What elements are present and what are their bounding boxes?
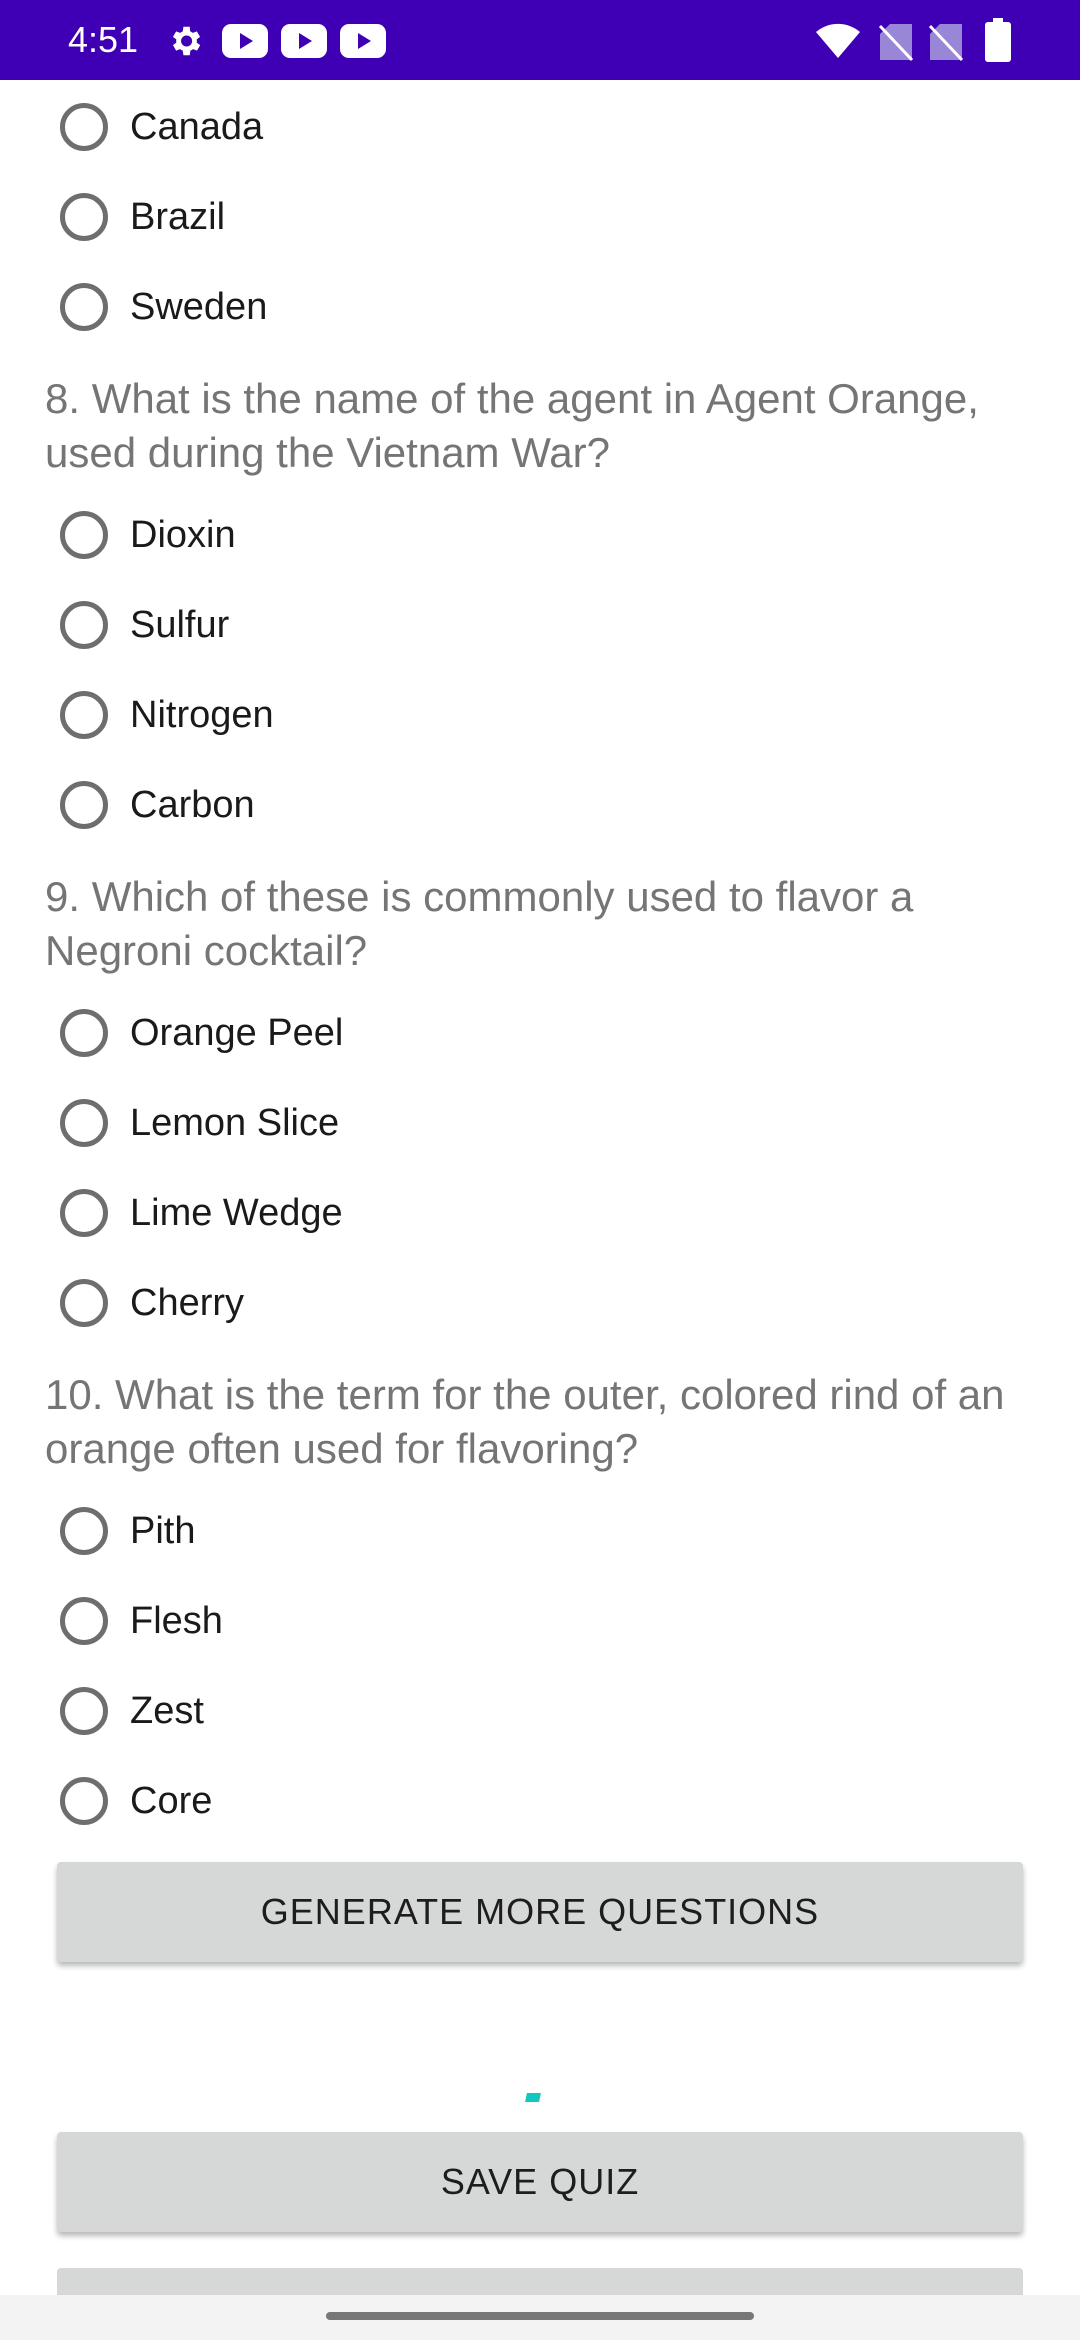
- settings-icon: [172, 26, 201, 56]
- option-label: Lime Wedge: [130, 1191, 343, 1234]
- radio-button[interactable]: [60, 511, 108, 559]
- option-label: Pith: [130, 1509, 196, 1552]
- option-q9-2[interactable]: Lime Wedge: [60, 1183, 343, 1243]
- home-gesture-handle[interactable]: [326, 2312, 754, 2320]
- radio-button[interactable]: [60, 103, 108, 151]
- save-quiz-button[interactable]: SAVE QUIZ: [57, 2132, 1023, 2232]
- option-label: Cherry: [130, 1281, 245, 1324]
- progress-spinner: [525, 2093, 541, 2102]
- option-label: Canada: [130, 105, 264, 148]
- option-q8-1[interactable]: Sulfur: [60, 595, 229, 655]
- status-time: 4:51: [68, 19, 139, 60]
- wifi-icon: [816, 23, 860, 58]
- youtube-icon: [340, 24, 386, 58]
- option-q9-0[interactable]: Orange Peel: [60, 1003, 343, 1063]
- radio-button[interactable]: [60, 1279, 108, 1327]
- generate-more-questions-button[interactable]: GENERATE MORE QUESTIONS: [57, 1862, 1023, 1962]
- option-label: Carbon: [130, 783, 255, 826]
- option-q10-0[interactable]: Pith: [60, 1501, 195, 1561]
- no-sim-icon: [928, 24, 964, 62]
- option-label: Zest: [130, 1689, 204, 1732]
- status-bar: 4:51: [0, 0, 1080, 80]
- option-q10-1[interactable]: Flesh: [60, 1591, 223, 1651]
- option-q7-2[interactable]: Sweden: [60, 277, 267, 337]
- option-q8-3[interactable]: Carbon: [60, 775, 255, 835]
- radio-button[interactable]: [60, 1777, 108, 1825]
- option-label: Lemon Slice: [130, 1101, 340, 1144]
- option-q10-3[interactable]: Core: [60, 1771, 212, 1831]
- option-label: Nitrogen: [130, 693, 274, 736]
- youtube-icon: [222, 24, 268, 58]
- radio-button[interactable]: [60, 193, 108, 241]
- radio-button[interactable]: [60, 1597, 108, 1645]
- option-label: Sulfur: [130, 603, 230, 646]
- radio-button[interactable]: [60, 1507, 108, 1555]
- radio-button[interactable]: [60, 1687, 108, 1735]
- option-q10-2[interactable]: Zest: [60, 1681, 204, 1741]
- question-9-text: 9. Which of these is commonly used to fl…: [45, 873, 914, 974]
- option-q7-0[interactable]: Canada: [60, 97, 263, 157]
- option-q9-1[interactable]: Lemon Slice: [60, 1093, 339, 1153]
- navigation-bar: [0, 2295, 1080, 2340]
- option-q8-2[interactable]: Nitrogen: [60, 685, 274, 745]
- quiz-scroll-view[interactable]: Canada Brazil Sweden 8. What is the name…: [0, 80, 1080, 2295]
- option-label: Dioxin: [130, 513, 236, 556]
- radio-button[interactable]: [60, 1009, 108, 1057]
- radio-button[interactable]: [60, 781, 108, 829]
- radio-button[interactable]: [60, 601, 108, 649]
- youtube-icon: [281, 24, 327, 58]
- radio-button[interactable]: [60, 1099, 108, 1147]
- question-8-text: 8. What is the name of the agent in Agen…: [45, 375, 979, 476]
- next-button-partial[interactable]: [57, 2268, 1023, 2295]
- question-10-text: 10. What is the term for the outer, colo…: [45, 1371, 1005, 1472]
- option-q7-1[interactable]: Brazil: [60, 187, 225, 247]
- radio-button[interactable]: [60, 691, 108, 739]
- option-q8-0[interactable]: Dioxin: [60, 505, 236, 565]
- battery-icon: [985, 18, 1011, 62]
- option-q9-3[interactable]: Cherry: [60, 1273, 244, 1333]
- option-label: Flesh: [130, 1599, 223, 1642]
- option-label: Sweden: [130, 285, 268, 328]
- option-label: Core: [130, 1779, 213, 1822]
- radio-button[interactable]: [60, 1189, 108, 1237]
- option-label: Brazil: [130, 195, 226, 238]
- radio-button[interactable]: [60, 283, 108, 331]
- no-sim-icon: [878, 24, 914, 62]
- option-label: Orange Peel: [130, 1011, 344, 1054]
